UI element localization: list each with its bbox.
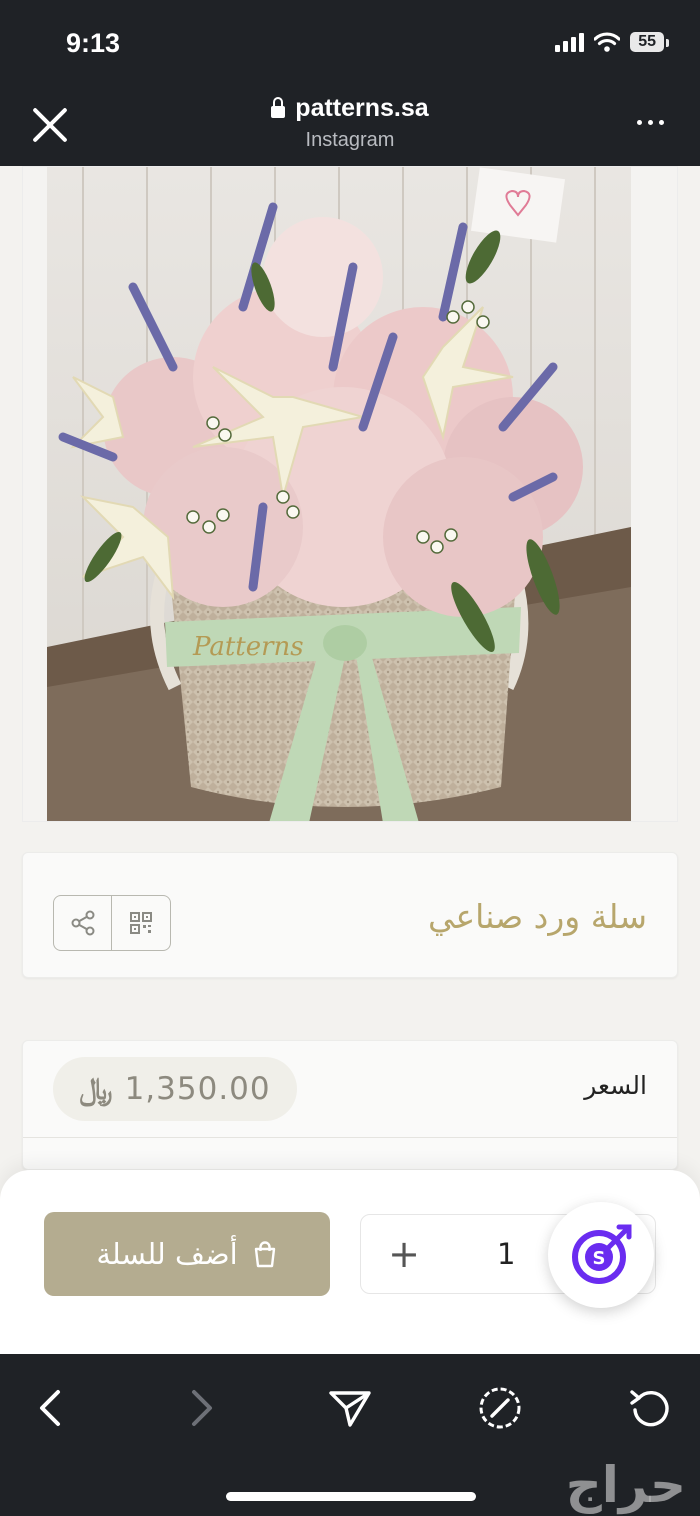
- add-to-cart-label: أضف للسلة: [96, 1237, 238, 1271]
- back-chevron-icon: [40, 1390, 60, 1426]
- wifi-icon: [594, 32, 621, 52]
- quantity-plus-button[interactable]: +: [388, 1232, 420, 1276]
- reload-button[interactable]: [622, 1380, 678, 1436]
- status-time: 9:13: [66, 28, 121, 58]
- flower-basket-illustration: Patterns: [23, 167, 677, 821]
- price-badge: ﷼ 1,350.00: [53, 1057, 297, 1121]
- target-s-icon: S: [572, 1224, 632, 1284]
- add-to-cart-button[interactable]: أضف للسلة: [44, 1212, 330, 1296]
- page-subtitle: Instagram: [305, 129, 395, 151]
- battery-icon: 55: [630, 32, 669, 52]
- shopping-bag-icon: [254, 1241, 275, 1268]
- open-in-browser-button[interactable]: [472, 1380, 528, 1436]
- product-title: سلة ورد صناعي: [427, 897, 647, 936]
- product-title-card: سلة ورد صناعي: [22, 852, 678, 978]
- more-dots-icon[interactable]: [637, 120, 664, 125]
- divider: [23, 1137, 677, 1138]
- floating-action-button[interactable]: S: [548, 1202, 654, 1308]
- share-button[interactable]: [54, 896, 113, 950]
- qr-code-icon: [130, 912, 152, 934]
- product-image[interactable]: Patterns: [22, 166, 678, 822]
- browser-toolbar: حراج: [0, 1354, 700, 1516]
- quantity-value[interactable]: 1: [497, 1237, 515, 1271]
- back-button[interactable]: [22, 1380, 78, 1436]
- share-send-button[interactable]: [322, 1380, 378, 1436]
- svg-text:S: S: [593, 1248, 606, 1269]
- qr-button[interactable]: [112, 896, 170, 950]
- currency-symbol-icon: ﷼: [79, 1071, 113, 1107]
- price-value: 1,350.00: [124, 1071, 271, 1107]
- cart-sheet: أضف للسلة + 1 S: [0, 1170, 700, 1354]
- ribbon-brand-text: Patterns: [192, 632, 304, 662]
- price-label: السعر: [584, 1071, 647, 1100]
- address-bar[interactable]: patterns.sa Instagram: [0, 94, 700, 152]
- status-icons: 55: [555, 32, 669, 52]
- forward-button[interactable]: [174, 1380, 230, 1436]
- watermark-logo: حراج: [565, 1456, 686, 1514]
- signal-icon: [555, 32, 585, 52]
- share-icon: [71, 910, 94, 936]
- reload-icon: [630, 1390, 669, 1427]
- browser-header: 9:13 55 patterns.sa Instagram: [0, 0, 700, 166]
- forward-chevron-icon: [192, 1390, 212, 1426]
- page-domain: patterns.sa: [295, 94, 429, 122]
- home-indicator: [226, 1492, 476, 1501]
- action-icons: [53, 895, 171, 951]
- send-icon: [329, 1391, 371, 1427]
- lock-icon: [271, 96, 286, 118]
- price-card: السعر ﷼ 1,350.00: [22, 1040, 678, 1170]
- compass-icon: [479, 1387, 521, 1429]
